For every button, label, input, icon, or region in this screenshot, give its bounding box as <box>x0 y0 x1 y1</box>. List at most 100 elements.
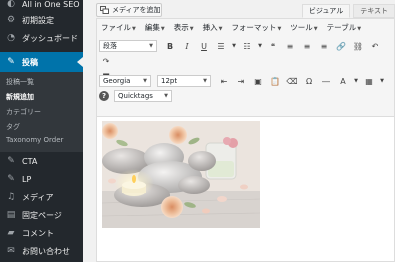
add-media-label: メディアを追加 <box>112 6 161 14</box>
sidebar-item-label: ダッシュボード <box>22 33 78 43</box>
italic-button[interactable]: I <box>180 40 194 52</box>
special-char-icon[interactable]: Ω <box>302 75 316 87</box>
submenu-item-tags[interactable]: タグ <box>6 122 20 132</box>
sidebar-item-label: 投稿 <box>22 57 38 67</box>
chevron-down-icon: ▼ <box>164 93 168 99</box>
unlink-icon[interactable]: ⛓ <box>351 40 365 52</box>
sidebar-item-label: CTA <box>22 156 38 166</box>
align-right-icon[interactable]: ≡ <box>317 40 331 52</box>
media-icon <box>100 6 109 14</box>
menu-insert[interactable]: 挿入▼ <box>203 22 223 33</box>
quicktags-select[interactable]: Quicktags ▼ <box>114 90 172 102</box>
help-button[interactable]: ? <box>99 91 109 101</box>
page-icon: ▤ <box>6 210 16 220</box>
posts-submenu: 投稿一覧 新規追加 カテゴリー タグ Taxonomy Order <box>0 72 83 152</box>
sidebar-item-contact[interactable]: ✉ お問い合わせ <box>0 241 83 261</box>
gear-icon: ⚙ <box>6 15 16 25</box>
align-center-icon[interactable]: ≡ <box>300 40 314 52</box>
menu-file[interactable]: ファイル▼ <box>101 22 136 33</box>
sidebar-item-settings[interactable]: ⚙ 初期設定 <box>0 10 83 30</box>
chevron-down-icon: ▼ <box>203 78 207 84</box>
editor-tabs: ビジュアル テキスト <box>299 4 395 18</box>
comment-icon: ▰ <box>7 228 15 238</box>
submenu-item-add-new[interactable]: 新規追加 <box>6 92 34 102</box>
bold-button[interactable]: B <box>163 40 177 52</box>
toolbar-row-2: Georgia ▼ 12pt ▼ ⇤ ⇥ ▣ 📋 ⌫ Ω ― A ▼ ▦ ▼ <box>99 75 388 87</box>
link-icon[interactable]: 🔗 <box>334 40 348 52</box>
menu-tools[interactable]: ツール▼ <box>290 22 317 33</box>
submenu-item-taxonomy-order[interactable]: Taxonomy Order <box>6 136 63 144</box>
toolbar-row-3: ? Quicktags ▼ <box>99 90 178 102</box>
font-size-value: 12pt <box>161 77 178 85</box>
sidebar-item-label: コメント <box>22 228 54 238</box>
editor-content[interactable] <box>102 121 260 228</box>
chevron-down-icon[interactable]: ▼ <box>353 75 359 87</box>
menu-label: 挿入 <box>202 23 218 32</box>
sidebar-item-label: 初期設定 <box>22 15 54 25</box>
wp-admin-screen: ◐ All in One SEO ⚙ 初期設定 ◔ ダッシュボード ✎ 投稿 投… <box>0 0 395 262</box>
sidebar-item-label: 固定ページ <box>22 210 62 220</box>
sidebar-item-cta[interactable]: ✎ CTA <box>0 151 83 171</box>
sidebar-item-comments[interactable]: ▰ コメント <box>0 223 83 243</box>
indent-left-icon[interactable]: ⇤ <box>217 75 231 87</box>
sidebar-item-posts[interactable]: ✎ 投稿 <box>0 52 83 72</box>
editor-toolbar: ファイル▼ 編集▼ 表示▼ 挿入▼ フォーマット▼ ツール▼ テーブル▼ 段落 ▼… <box>97 19 394 117</box>
clear-format-icon[interactable]: ⌫ <box>285 75 299 87</box>
table-icon[interactable]: ▦ <box>362 75 376 87</box>
pin-icon: ✎ <box>7 156 15 166</box>
menu-edit[interactable]: 編集▼ <box>145 22 165 33</box>
seo-icon: ◐ <box>7 0 15 9</box>
sidebar-item-label: LP <box>22 174 32 184</box>
toolbar-row-1: 段落▼ B I U ☰ ▼ ☷ ▼ ❝ ≡ ≡ ≡ 🔗 ⛓ ↶ ⤢ <box>99 40 395 52</box>
menu-format[interactable]: フォーマット▼ <box>231 22 281 33</box>
pastetext-icon[interactable]: ▣ <box>251 75 265 87</box>
submenu-item-all-posts[interactable]: 投稿一覧 <box>6 77 34 87</box>
font-family-select[interactable]: Georgia ▼ <box>99 75 151 87</box>
media-icon: ♫ <box>6 192 16 202</box>
mail-icon: ✉ <box>7 246 15 256</box>
text-color-icon[interactable]: A <box>336 75 350 87</box>
align-left-icon[interactable]: ≡ <box>283 40 297 52</box>
redo-icon[interactable]: ↷ <box>99 55 113 67</box>
format-select-value: 段落 <box>103 42 117 50</box>
sidebar-item-label: All in One SEO <box>22 0 80 9</box>
sidebar-item-label: お問い合わせ <box>22 246 70 256</box>
editor-menubar: ファイル▼ 編集▼ 表示▼ 挿入▼ フォーマット▼ ツール▼ テーブル▼ <box>101 22 361 33</box>
chevron-down-icon: ▼ <box>149 43 153 49</box>
menu-label: ツール <box>290 23 313 32</box>
pin-icon: ✎ <box>7 174 15 184</box>
pin-icon: ✎ <box>7 57 15 67</box>
quicktags-value: Quicktags <box>118 92 153 100</box>
sidebar-item-pages[interactable]: ▤ 固定ページ <box>0 205 83 225</box>
bulleted-list-icon[interactable]: ☰ <box>214 40 228 52</box>
clipboard-icon[interactable]: 📋 <box>268 75 282 87</box>
horizontal-line-icon[interactable]: ― <box>319 75 333 87</box>
chevron-down-icon[interactable]: ▼ <box>257 40 263 52</box>
post-editor: ファイル▼ 編集▼ 表示▼ 挿入▼ フォーマット▼ ツール▼ テーブル▼ 段落 ▼… <box>96 18 395 262</box>
blockquote-icon[interactable]: ❝ <box>266 40 280 52</box>
dashboard-icon: ◔ <box>7 33 15 43</box>
tab-visual[interactable]: ビジュアル <box>301 4 351 18</box>
format-select[interactable]: 段落 ▼ <box>99 40 157 52</box>
menu-label: フォーマット <box>231 23 277 32</box>
menu-view[interactable]: 表示▼ <box>174 22 194 33</box>
submenu-item-categories[interactable]: カテゴリー <box>6 107 41 117</box>
menu-table[interactable]: テーブル▼ <box>327 22 361 33</box>
tab-text[interactable]: テキスト <box>353 4 395 18</box>
menu-label: テーブル <box>326 23 357 32</box>
content-image[interactable] <box>102 121 260 228</box>
chevron-down-icon: ▼ <box>143 78 147 84</box>
sidebar-item-media[interactable]: ♫ メディア <box>0 187 83 207</box>
chevron-down-icon[interactable]: ▼ <box>231 40 237 52</box>
sidebar-item-dashboard[interactable]: ◔ ダッシュボード <box>0 28 83 48</box>
numbered-list-icon[interactable]: ☷ <box>240 40 254 52</box>
font-family-value: Georgia <box>103 77 131 85</box>
indent-right-icon[interactable]: ⇥ <box>234 75 248 87</box>
chevron-down-icon[interactable]: ▼ <box>379 75 385 87</box>
undo-icon[interactable]: ↶ <box>368 40 382 52</box>
menu-label: 表示 <box>173 23 189 32</box>
underline-button[interactable]: U <box>197 40 211 52</box>
font-size-select[interactable]: 12pt ▼ <box>157 75 211 87</box>
add-media-button[interactable]: メディアを追加 <box>96 3 162 17</box>
sidebar-item-lp[interactable]: ✎ LP <box>0 169 83 189</box>
